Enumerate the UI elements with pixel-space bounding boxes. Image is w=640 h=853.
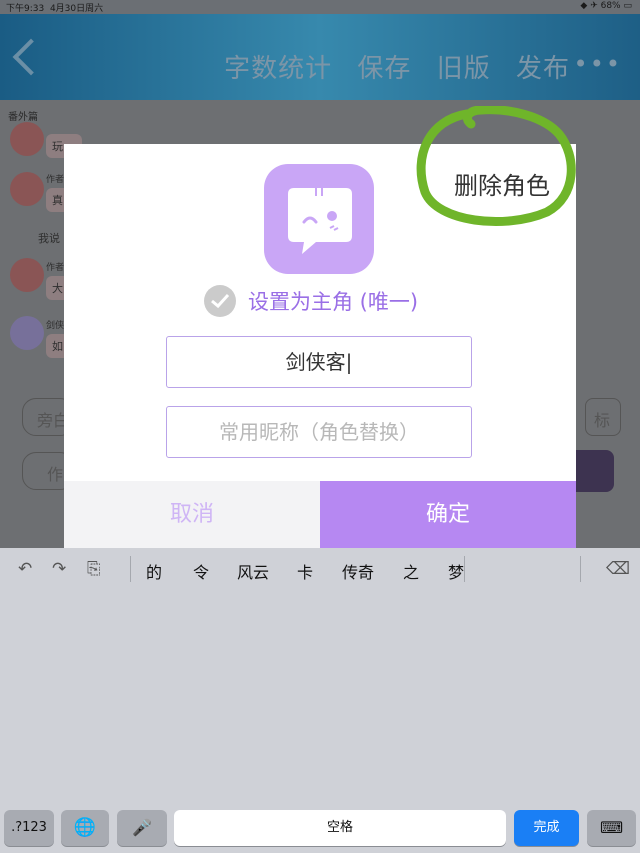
redo-icon[interactable]: ↷	[52, 559, 66, 579]
narration-text: 我说	[38, 232, 60, 245]
candidate-word[interactable]: 梦	[448, 559, 464, 583]
hide-keyboard-icon[interactable]: ⌨	[587, 810, 636, 846]
message-text: 真	[52, 194, 63, 207]
globe-icon[interactable]: 🌐	[61, 810, 109, 846]
divider	[464, 556, 465, 582]
set-main-toggle[interactable]: 设置为主角 (唯一)	[204, 284, 418, 318]
header-actions: 字数统计 保存 旧版 发布	[208, 48, 570, 85]
avatar	[10, 316, 44, 350]
candidate-word[interactable]: 传奇	[342, 559, 374, 583]
author-label: 作者	[46, 175, 65, 185]
message-text: 大	[52, 282, 63, 295]
undo-icon[interactable]: ↶	[18, 559, 32, 579]
word-count-button[interactable]: 字数统计	[224, 54, 332, 84]
confirm-button[interactable]: 确定	[320, 481, 576, 548]
space-key[interactable]: 空格	[174, 810, 506, 846]
candidate-word[interactable]: 令	[193, 559, 209, 583]
status-bar: 下午9:33 4月30日周六 ◆ ✈ 68% ▭	[0, 0, 640, 14]
candidate-word[interactable]: 的	[146, 559, 162, 583]
set-main-label: 设置为主角 (唯一)	[248, 290, 419, 314]
avatar	[10, 172, 44, 206]
cancel-button[interactable]: 取消	[64, 481, 320, 548]
app-logo-icon	[264, 164, 374, 274]
header-bar: 字数统计 保存 旧版 发布 •••	[0, 14, 640, 100]
more-icon[interactable]: •••	[574, 50, 622, 78]
onscreen-keyboard: ↶ ↷ ⎘ 的 令 风云 卡 传奇 之 梦 ⌫ .?123 🌐 🎤 空格 完成 …	[0, 548, 640, 853]
divider	[580, 556, 581, 582]
role-name-input[interactable]: 剑侠客|	[166, 336, 472, 388]
message-text: 玩	[52, 140, 63, 153]
role-dialog: 删除角色 设置为主角 (唯一) 剑侠客| 常用昵称（角色替换） 取消 确定	[64, 144, 576, 548]
avatar	[10, 258, 44, 292]
candidate-word[interactable]: 之	[403, 559, 419, 583]
numbers-key[interactable]: .?123	[4, 810, 54, 846]
send-button[interactable]	[576, 450, 614, 492]
status-battery: ◆ ✈ 68% ▭	[580, 1, 632, 11]
author-label: 剑侠	[46, 321, 65, 331]
check-icon	[204, 285, 236, 317]
done-key[interactable]: 完成	[514, 810, 579, 846]
message-text: 如	[52, 340, 63, 353]
microphone-icon[interactable]: 🎤	[117, 810, 167, 846]
status-time: 下午9:33 4月30日周六	[6, 4, 104, 14]
delete-role-button[interactable]: 删除角色	[454, 166, 550, 201]
back-chevron-icon[interactable]	[12, 38, 50, 76]
nickname-input[interactable]: 常用昵称（角色替换）	[166, 406, 472, 458]
old-version-button[interactable]: 旧版	[437, 54, 491, 84]
author-label: 作者	[46, 263, 65, 273]
tag-button[interactable]: 标	[585, 398, 621, 436]
delete-key-icon[interactable]: ⌫	[606, 559, 630, 579]
candidate-word[interactable]: 风云	[237, 559, 269, 583]
candidate-word[interactable]: 卡	[297, 559, 313, 583]
save-button[interactable]: 保存	[357, 54, 411, 84]
publish-button[interactable]: 发布	[516, 54, 570, 84]
divider	[130, 556, 131, 582]
section-label: 番外篇	[8, 112, 38, 123]
keyboard-toolbar: ↶ ↷ ⎘ 的 令 风云 卡 传奇 之 梦 ⌫	[0, 548, 640, 590]
avatar	[10, 122, 44, 156]
paste-icon[interactable]: ⎘	[87, 559, 101, 579]
